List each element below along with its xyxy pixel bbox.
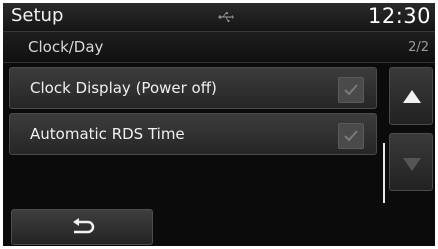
setting-clock-display-power-off[interactable]: Clock Display (Power off) [9, 67, 377, 109]
page-indicator: 2/2 [408, 40, 429, 55]
screen-title: Setup [11, 5, 64, 26]
usb-icon [218, 9, 234, 23]
scroll-up-button[interactable] [389, 67, 433, 125]
setting-automatic-rds-time[interactable]: Automatic RDS Time [9, 113, 377, 155]
triangle-down-icon [403, 158, 421, 171]
check-icon [344, 84, 358, 96]
setting-label: Automatic RDS Time [30, 125, 185, 143]
clock-display: 12:30 [367, 4, 431, 28]
triangle-up-icon [403, 90, 421, 103]
setup-screen: Setup 12:30 Clock/Day 2/2 Clock Display … [3, 3, 435, 246]
checkbox[interactable] [338, 77, 364, 103]
back-arrow-icon [73, 218, 95, 234]
top-bar: Setup 12:30 [3, 3, 435, 32]
check-icon [344, 130, 358, 142]
sub-header: Clock/Day 2/2 [3, 32, 435, 63]
setting-label: Clock Display (Power off) [30, 79, 217, 97]
checkbox[interactable] [338, 123, 364, 149]
scroll-indicator [383, 143, 385, 203]
back-button[interactable] [11, 209, 153, 245]
section-title: Clock/Day [28, 38, 104, 56]
scroll-down-button[interactable] [389, 133, 433, 191]
